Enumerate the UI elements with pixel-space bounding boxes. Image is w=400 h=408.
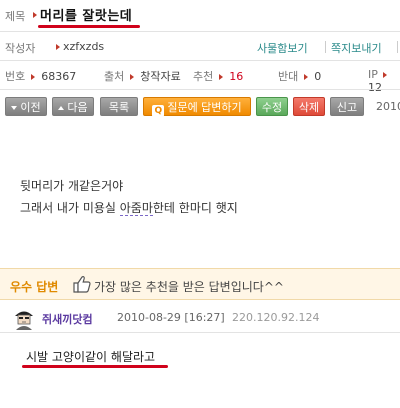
source-value: 창작자료 bbox=[140, 70, 181, 83]
recommend-value: 16 bbox=[229, 70, 244, 83]
author-name[interactable]: xzfxzds bbox=[63, 40, 104, 53]
post-ip: IP 12 bbox=[368, 68, 400, 94]
arrow-icon bbox=[303, 73, 308, 80]
recommend-label: 추천 bbox=[193, 70, 214, 83]
author-arrow-icon bbox=[56, 44, 60, 50]
arrow-icon bbox=[218, 73, 223, 80]
prev-button[interactable]: 이전 bbox=[5, 97, 47, 116]
down-arrow-icon bbox=[11, 106, 18, 110]
delete-button[interactable]: 삭제 bbox=[293, 97, 325, 116]
post-oppose: 반대 0 bbox=[278, 68, 321, 84]
avatar[interactable] bbox=[12, 306, 36, 330]
ip-value: 12 bbox=[368, 81, 382, 94]
arrow-icon bbox=[129, 73, 134, 80]
message-link[interactable]: 쪽지보내기 bbox=[331, 40, 382, 56]
post-date: 2010 bbox=[376, 100, 400, 113]
divider bbox=[325, 41, 326, 53]
title-row: 제목 머리를 잘랏는데 bbox=[0, 0, 400, 30]
answer-label: 질문에 답변하기 bbox=[167, 101, 242, 114]
author-label: 작성자 bbox=[5, 42, 36, 55]
answer-author[interactable]: 쥐새끼닷컴 bbox=[42, 311, 93, 327]
arrow-icon bbox=[383, 71, 388, 78]
divider bbox=[0, 89, 400, 90]
ip-label: IP bbox=[368, 68, 378, 81]
best-answer-banner: 우수 답변 가장 많은 추천을 받은 답변입니다^^ bbox=[0, 268, 400, 300]
report-label: 신고 bbox=[336, 101, 358, 114]
number-value: 68367 bbox=[41, 70, 77, 83]
arrow-icon bbox=[30, 73, 35, 80]
answer-icon: Q bbox=[152, 105, 165, 117]
best-answer-label: 우수 답변 bbox=[10, 280, 59, 294]
answer-ip: 220.120.92.124 bbox=[232, 311, 320, 324]
thumbs-up-icon bbox=[73, 276, 91, 293]
body-line-2-end: 한테 한마디 햇지 bbox=[152, 201, 238, 215]
list-button[interactable]: 목록 bbox=[100, 97, 138, 116]
post-title: 머리를 잘랏는데 bbox=[40, 9, 133, 24]
post-recommend: 추천 16 bbox=[193, 68, 243, 84]
answer-text: 시발 고양이같이 해달라고 bbox=[26, 350, 156, 364]
body-line-1: 뒷머리가 개같은거야 bbox=[20, 179, 124, 193]
edit-button[interactable]: 수정 bbox=[256, 97, 288, 116]
up-arrow-icon bbox=[58, 106, 65, 110]
best-answer-description: 가장 많은 추천을 받은 답변입니다^^ bbox=[94, 280, 284, 294]
profile-link[interactable]: 사물함보기 bbox=[257, 40, 308, 56]
title-label: 제목 bbox=[5, 10, 26, 23]
number-label: 번호 bbox=[5, 70, 26, 83]
oppose-label: 반대 bbox=[278, 70, 299, 83]
edit-label: 수정 bbox=[261, 101, 283, 114]
next-label: 다음 bbox=[67, 101, 88, 114]
divider bbox=[0, 60, 400, 61]
answer-date: 2010-08-29 [16:27] bbox=[117, 311, 225, 324]
next-button[interactable]: 다음 bbox=[52, 97, 94, 116]
divider bbox=[397, 41, 398, 53]
body-line-2-start: 그래서 내가 미용실 bbox=[20, 201, 120, 215]
oppose-value: 0 bbox=[314, 70, 322, 83]
report-button[interactable]: 신고 bbox=[330, 97, 364, 116]
delete-label: 삭제 bbox=[298, 101, 320, 114]
source-label: 출처 bbox=[104, 70, 125, 83]
body-highlight-word: 아줌마 bbox=[119, 201, 153, 216]
title-arrow-icon bbox=[33, 12, 37, 18]
answer-button[interactable]: Q 질문에 답변하기 bbox=[143, 97, 251, 117]
prev-label: 이전 bbox=[20, 101, 41, 114]
title-underline-mark bbox=[38, 25, 140, 28]
body-line-2: 그래서 내가 미용실 아줌마한테 한마디 햇지 bbox=[20, 199, 238, 216]
answer-meta-row: 쥐새끼닷컴 2010-08-29 [16:27] 220.120.92.124 bbox=[0, 303, 400, 333]
divider bbox=[0, 31, 400, 32]
list-label: 목록 bbox=[108, 101, 130, 114]
post-source: 출처 창작자료 bbox=[104, 68, 181, 84]
post-number: 번호 68367 bbox=[5, 68, 76, 84]
answer-underline-mark bbox=[22, 365, 168, 368]
